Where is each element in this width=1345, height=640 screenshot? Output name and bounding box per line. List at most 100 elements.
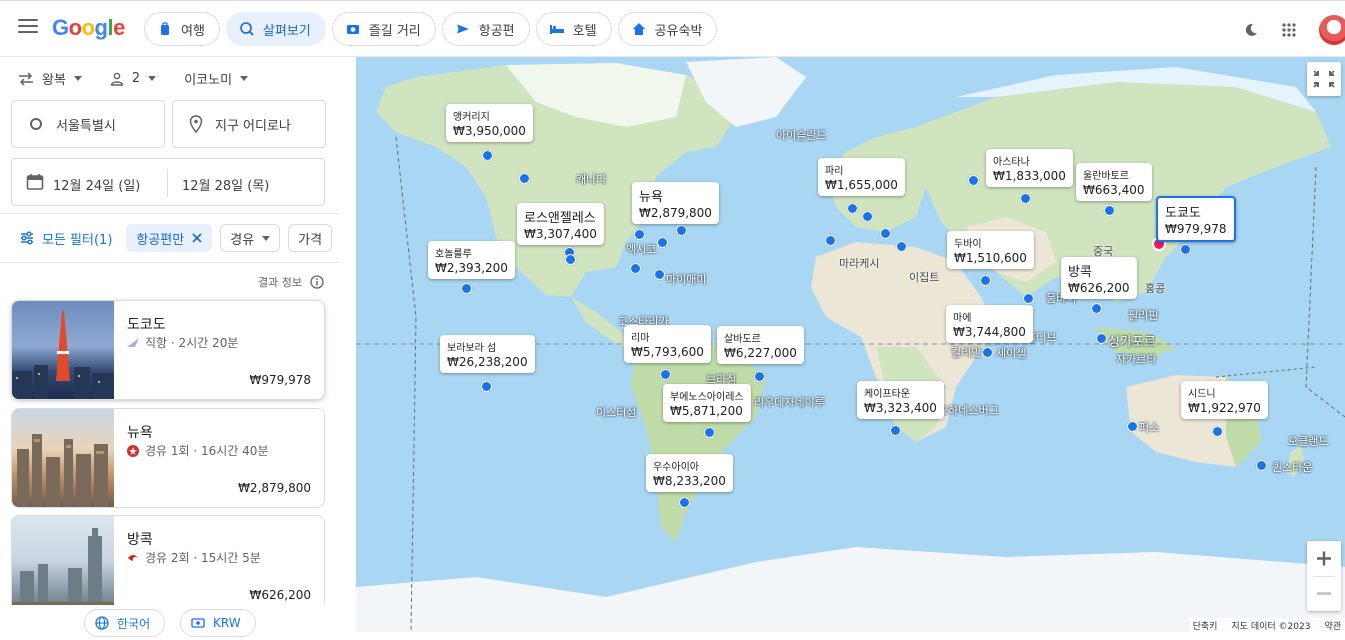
price-pin-astana[interactable]: 아스타나 ₩1,833,000 <box>986 149 1073 187</box>
airport-marker-icon[interactable] <box>481 381 492 392</box>
airport-marker-icon[interactable] <box>890 425 901 436</box>
google-logo[interactable]: Google <box>52 15 125 41</box>
pin-price: ₩3,323,400 <box>864 401 937 415</box>
pin-price: ₩1,833,000 <box>993 169 1066 183</box>
airport-marker-icon[interactable] <box>704 427 715 438</box>
airport-marker-icon[interactable] <box>630 263 641 274</box>
price-pin-sydney[interactable]: 시드니 ₩1,922,970 <box>1181 381 1268 419</box>
price-pin-buenos-aires[interactable]: 부에노스아이레스 ₩5,871,200 <box>663 384 751 422</box>
airport-marker-icon[interactable] <box>1091 303 1102 314</box>
keyboard-shortcuts-link[interactable]: 단축키 <box>1193 619 1218 632</box>
airport-marker-icon[interactable] <box>982 347 993 358</box>
price-pin-ulaanbaatar[interactable]: 울란바토르 ₩663,400 <box>1076 163 1152 201</box>
airport-marker-icon[interactable] <box>980 275 991 286</box>
origin-field[interactable]: 서울특별시 <box>11 100 165 148</box>
airport-marker-icon[interactable] <box>482 150 493 161</box>
destination-placeholder: 지구 어디로나 <box>215 118 291 134</box>
price-pin-honolulu[interactable]: 호놀룰루 ₩2,393,200 <box>428 241 515 279</box>
main-menu-icon[interactable] <box>18 19 38 39</box>
cabin-class-select[interactable]: 이코노미 <box>184 69 249 88</box>
airport-marker-icon[interactable] <box>1256 460 1267 471</box>
tab-vacation-rentals[interactable]: 공유숙박 <box>617 12 718 46</box>
apps-grid-icon[interactable] <box>1281 22 1297 38</box>
airport-marker-icon[interactable] <box>968 175 979 186</box>
passengers-select[interactable]: 2 <box>110 71 157 86</box>
airport-marker-icon[interactable] <box>1096 333 1107 344</box>
divider <box>0 262 340 263</box>
currency-button[interactable]: KRW <box>180 609 256 637</box>
tab-travel[interactable]: 여행 <box>144 12 220 46</box>
map-data-credit: 지도 데이터 ©2023 <box>1231 621 1311 632</box>
price-pin-tokyo[interactable]: 도쿄도 ₩979,978 <box>1156 196 1236 242</box>
destination-field[interactable]: 지구 어디로나 <box>172 100 326 148</box>
map-label: 싱가포르 <box>1108 335 1156 350</box>
price-pin-cape-town[interactable]: 케이프타운 ₩3,323,400 <box>857 381 944 419</box>
airport-marker-icon[interactable] <box>565 254 576 265</box>
airport-marker-icon[interactable] <box>825 235 836 246</box>
fullscreen-exit-button[interactable] <box>1307 62 1341 96</box>
airport-marker-icon[interactable] <box>1127 421 1138 432</box>
price-pin-bangkok[interactable]: 방콕 ₩626,200 <box>1061 257 1137 299</box>
tab-explore[interactable]: 살펴보기 <box>225 12 326 46</box>
tab-flights[interactable]: 항공편 <box>441 12 530 46</box>
price-pin-bora-bora[interactable]: 보라보라 섬 ₩26,238,200 <box>440 335 535 373</box>
airport-marker-icon[interactable] <box>461 283 472 294</box>
result-city: 방콕 <box>127 532 153 548</box>
pin-price: ₩3,307,400 <box>524 227 597 241</box>
depart-date[interactable]: 12월 24일 (일) <box>53 175 140 194</box>
dark-mode-icon[interactable] <box>1243 22 1259 38</box>
price-pin-dubai[interactable]: 두바이 ₩1,510,600 <box>947 231 1034 269</box>
airport-marker-icon[interactable] <box>657 237 668 248</box>
price-pin-anchorage[interactable]: 앵커리지 ₩3,950,000 <box>446 104 533 142</box>
airport-marker-icon[interactable] <box>1180 244 1191 255</box>
results-info[interactable]: 결과 정보 <box>258 274 324 290</box>
price-pin-mahe[interactable]: 마에 ₩3,744,800 <box>946 305 1033 343</box>
flights-only-chip[interactable]: 항공편만 <box>126 224 213 252</box>
price-pin-lima[interactable]: 리마 ₩5,793,600 <box>624 325 711 363</box>
close-icon[interactable] <box>192 233 202 243</box>
airport-marker-icon[interactable] <box>1104 205 1115 216</box>
price-pin-los-angeles[interactable]: 로스앤젤레스 ₩3,307,400 <box>517 203 604 245</box>
explore-map[interactable]: 아이슬란드 캐나다 멕시코 마이애미 코스타리카 브라질 리우데자네이루 이스터… <box>356 57 1345 632</box>
price-pin-salvador[interactable]: 살바도르 ₩6,227,000 <box>717 326 804 364</box>
airport-marker-icon[interactable] <box>880 228 891 239</box>
price-pin-ushuaia[interactable]: 우수아이아 ₩8,233,200 <box>646 454 733 492</box>
tab-things-to-do[interactable]: 즐길 거리 <box>331 12 436 46</box>
zoom-in-icon[interactable] <box>1307 541 1341 576</box>
price-chip[interactable]: 가격 <box>288 224 333 252</box>
result-card-bangkok[interactable]: 방콕 경유 2회 · 15시간 5분 ₩626,200 <box>11 515 325 615</box>
tab-hotels[interactable]: 호텔 <box>535 12 612 46</box>
airport-marker-icon[interactable] <box>654 269 665 280</box>
return-date[interactable]: 12월 28일 (목) <box>182 175 269 194</box>
trip-type-select[interactable]: 왕복 <box>18 69 82 88</box>
language-button[interactable]: 한국어 <box>84 609 166 637</box>
price-pin-new-york[interactable]: 뉴욕 ₩2,879,800 <box>632 182 719 224</box>
airport-marker-icon[interactable] <box>1020 193 1031 204</box>
result-card-tokyo[interactable]: 도코도 직항 · 2시간 20분 ₩979,978 <box>11 300 325 400</box>
airport-marker-icon[interactable] <box>1023 293 1034 304</box>
airport-marker-icon[interactable] <box>634 229 645 240</box>
price-pin-paris[interactable]: 파리 ₩1,655,000 <box>818 158 905 196</box>
stops-chip[interactable]: 경유 <box>220 224 281 252</box>
result-card-new-york[interactable]: 뉴욕 경유 1회 · 16시간 40분 ₩2,879,800 <box>11 408 325 508</box>
airport-marker-icon[interactable] <box>679 497 690 508</box>
airport-marker-icon[interactable] <box>847 203 858 214</box>
airport-marker-icon[interactable] <box>896 241 907 252</box>
pin-city: 도쿄도 <box>1165 206 1201 221</box>
all-filters-button[interactable]: 모든 필터(1) <box>20 229 112 248</box>
pin-price: ₩5,793,600 <box>631 345 704 359</box>
airline-logo-icon <box>128 554 138 561</box>
avatar[interactable] <box>1319 15 1345 45</box>
airport-marker-icon[interactable] <box>660 369 671 380</box>
airport-marker-icon[interactable] <box>754 371 765 382</box>
date-range-field[interactable]: 12월 24일 (일) 12월 28일 (목) <box>11 158 325 206</box>
camera-icon <box>346 25 359 34</box>
map-label: 리우데자네이루 <box>754 396 825 409</box>
airport-marker-icon[interactable] <box>676 225 687 236</box>
terms-link[interactable]: 약관 <box>1324 619 1341 632</box>
airport-marker-icon[interactable] <box>862 211 873 222</box>
airport-marker-icon[interactable] <box>519 173 530 184</box>
zoom-out-icon[interactable] <box>1307 576 1341 611</box>
airport-marker-icon[interactable] <box>1212 426 1223 437</box>
tab-label: 항공편 <box>478 23 515 39</box>
